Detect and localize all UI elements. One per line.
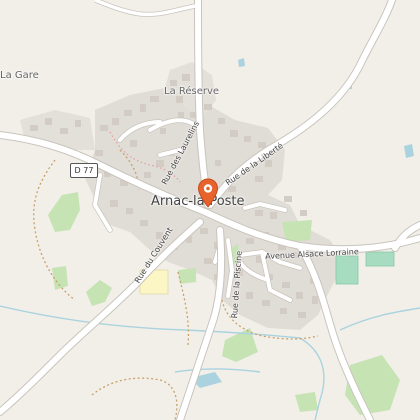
sports-pitch bbox=[365, 251, 395, 267]
map-canvas[interactable] bbox=[0, 0, 420, 420]
forest-area bbox=[282, 220, 312, 242]
map-view[interactable]: La Gare La Réserve Arnac-la-Poste D 77 R… bbox=[0, 0, 420, 420]
forest-area bbox=[86, 280, 112, 306]
place-label-la-reserve: La Réserve bbox=[164, 86, 220, 97]
forest-area bbox=[295, 392, 318, 412]
footpath bbox=[91, 377, 178, 420]
pond bbox=[404, 144, 414, 158]
pond bbox=[238, 58, 245, 67]
place-label-la-gare: La Gare bbox=[0, 70, 39, 81]
stream bbox=[174, 368, 261, 373]
forest-area bbox=[48, 192, 80, 232]
road-shield-d77: D 77 bbox=[70, 163, 98, 178]
map-pin-icon bbox=[197, 178, 219, 208]
stream bbox=[339, 307, 420, 331]
sports-pitch bbox=[335, 255, 359, 285]
location-marker[interactable] bbox=[197, 178, 219, 208]
